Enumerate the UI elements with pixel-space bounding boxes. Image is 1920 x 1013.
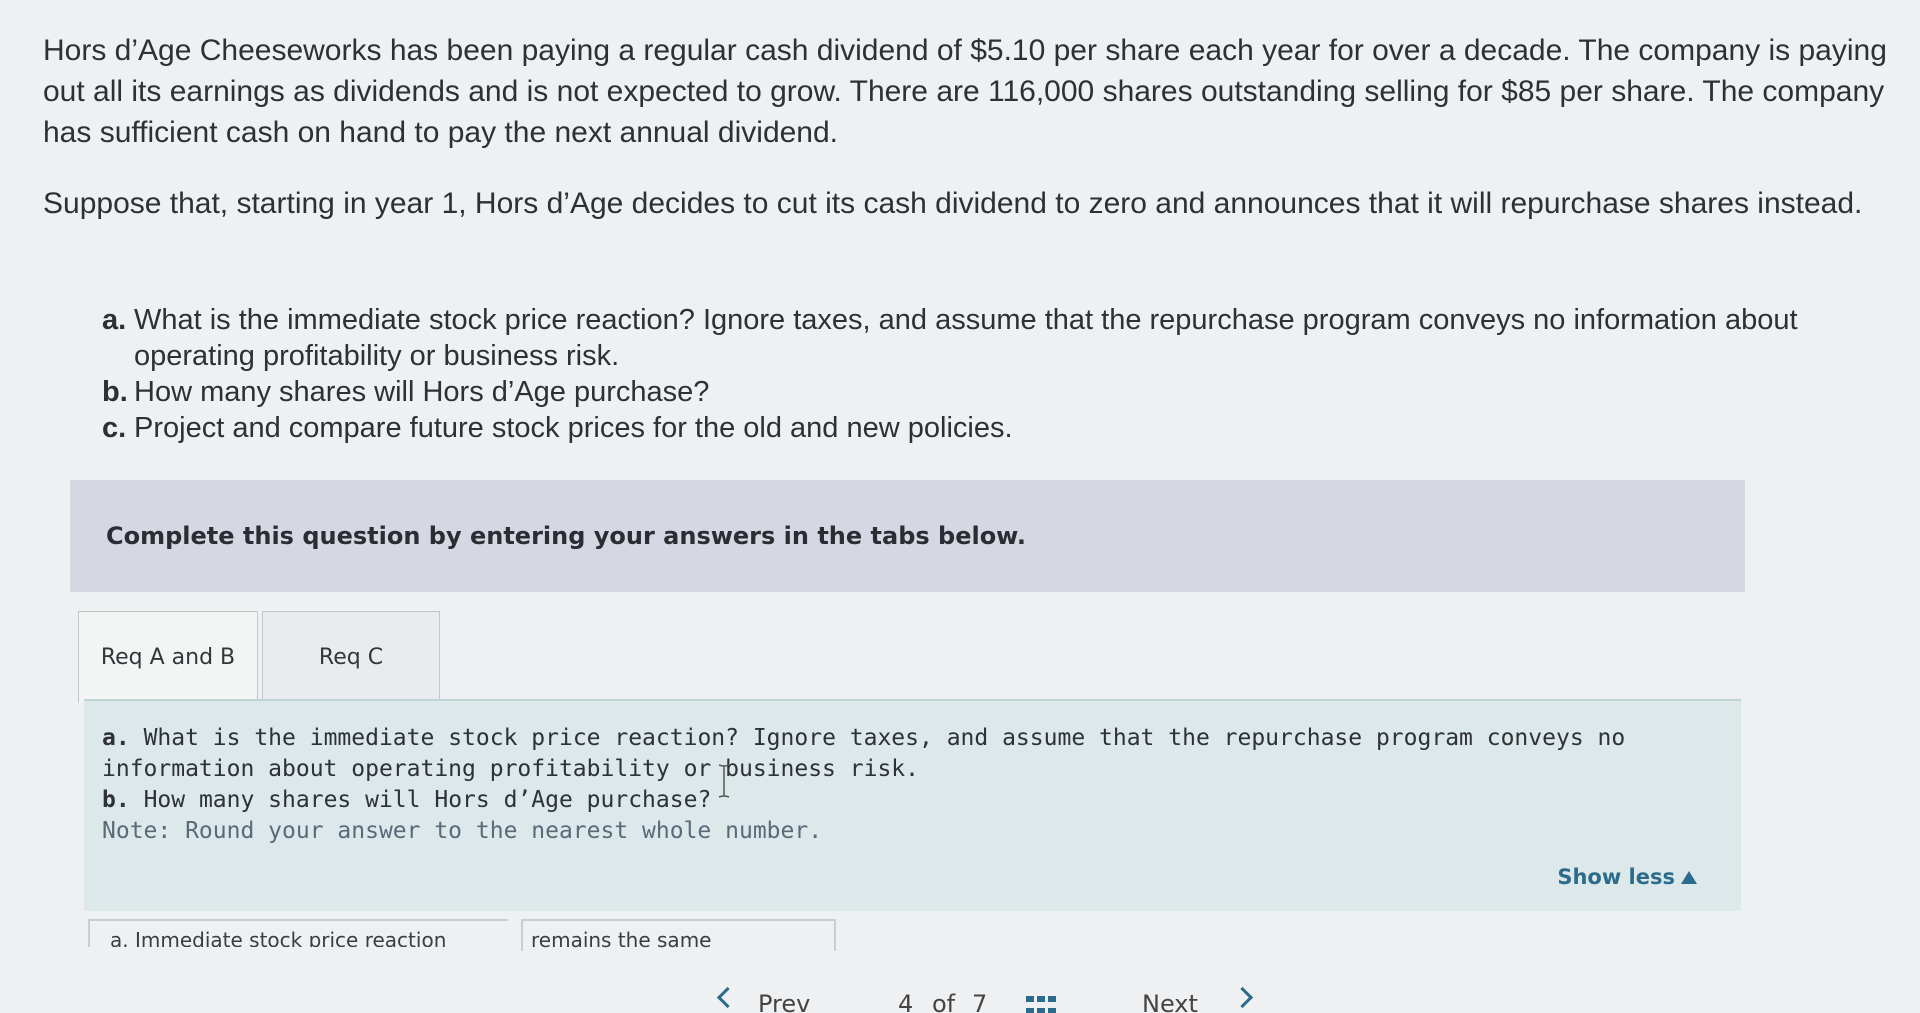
panel-question-text: a. What is the immediate stock price rea… xyxy=(102,723,1662,847)
panel-question-a: What is the immediate stock price reacti… xyxy=(143,725,1626,751)
tab-req-c[interactable]: Req C xyxy=(262,611,440,703)
tab-panel: a. What is the immediate stock price rea… xyxy=(84,699,1741,911)
instruction-bar: Complete this question by entering your … xyxy=(70,480,1745,592)
req-tabs: Req A and B Req C xyxy=(78,611,444,703)
panel-line-a-continued: information about operating profitabilit… xyxy=(102,756,919,782)
panel-line-b: b. How many shares will Hors d’Age purch… xyxy=(102,785,1662,816)
tab-req-a-and-b[interactable]: Req A and B xyxy=(78,611,258,703)
question-item-c: c. Project and compare future stock pric… xyxy=(102,410,1862,446)
question-text: How many shares will Hors d’Age purchase… xyxy=(134,376,710,408)
pagination: Prev 4 of 7 Next xyxy=(700,986,1260,1013)
next-button[interactable]: Next xyxy=(1142,990,1198,1013)
text-cursor-icon xyxy=(718,764,730,798)
panel-letter-b: b. xyxy=(102,787,130,813)
page: Hors d’Age Cheeseworks has been paying a… xyxy=(0,0,1920,1013)
question-letter: a. xyxy=(102,304,127,336)
chevron-left-icon[interactable] xyxy=(716,986,739,1009)
answer-label: a. Immediate stock price reaction xyxy=(88,919,508,947)
instruction-text: Complete this question by entering your … xyxy=(106,522,1026,550)
grid-icon[interactable] xyxy=(1026,996,1058,1013)
question-text: What is the immediate stock price reacti… xyxy=(134,304,1798,372)
page-current: 4 xyxy=(898,990,914,1013)
intro-paragraph-2: Suppose that, starting in year 1, Hors d… xyxy=(43,187,1863,220)
panel-line-a: a. What is the immediate stock price rea… xyxy=(102,723,1662,754)
rounding-note: Note: Round your answer to the nearest w… xyxy=(102,818,823,844)
prev-button[interactable]: Prev xyxy=(758,990,810,1013)
chevron-right-icon[interactable] xyxy=(1231,986,1254,1009)
show-less-label: Show less xyxy=(1557,865,1675,889)
intro-paragraph-1: Hors d’Age Cheeseworks has been paying a… xyxy=(43,34,1887,149)
question-list: a. What is the immediate stock price rea… xyxy=(102,302,1862,446)
panel-letter-a: a. xyxy=(102,725,130,751)
question-letter: c. xyxy=(102,412,127,444)
triangle-up-icon xyxy=(1681,870,1697,884)
answer-row: a. Immediate stock price reaction remain… xyxy=(88,919,838,952)
page-total: 7 xyxy=(972,990,988,1013)
question-letter: b. xyxy=(102,376,128,408)
show-less-button[interactable]: Show less xyxy=(1557,865,1697,889)
question-item-b: b. How many shares will Hors d’Age purch… xyxy=(102,374,1862,410)
question-text: Project and compare future stock prices … xyxy=(134,412,1013,444)
question-item-a: a. What is the immediate stock price rea… xyxy=(102,302,1862,374)
problem-intro: Hors d’Age Cheeseworks has been paying a… xyxy=(43,30,1903,224)
panel-question-b: How many shares will Hors d’Age purchase… xyxy=(143,787,712,813)
stock-price-reaction-select[interactable]: remains the same xyxy=(521,919,836,952)
page-of: of xyxy=(932,990,956,1013)
